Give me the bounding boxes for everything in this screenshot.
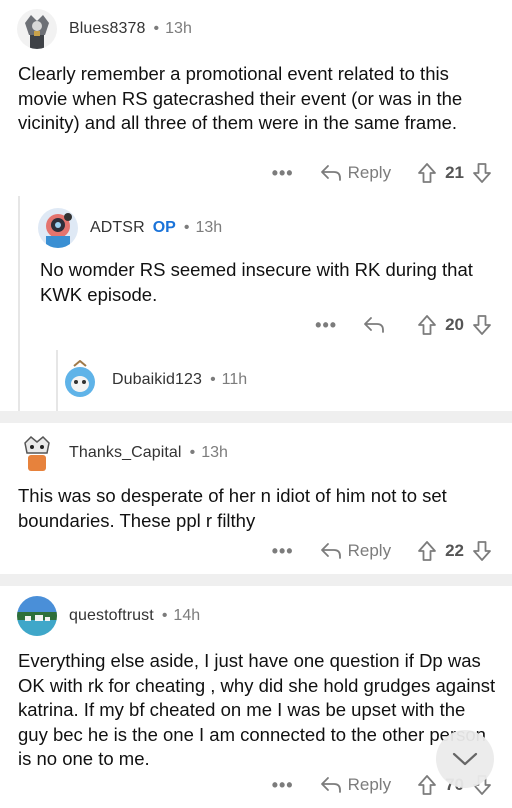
comment-body: This was so desperate of her n idiot of …	[18, 485, 447, 531]
reply-button[interactable]	[363, 316, 391, 334]
downvote-arrow-icon[interactable]	[472, 314, 492, 336]
vote-controls: 20	[417, 314, 492, 336]
vote-count: 20	[445, 315, 464, 334]
timestamp: 13h	[195, 219, 223, 236]
reply-label: Reply	[347, 541, 392, 560]
vote-count: 22	[445, 541, 464, 560]
upvote-arrow-icon[interactable]	[417, 314, 437, 336]
username[interactable]: Blues8378	[69, 20, 146, 38]
upvote-arrow-icon[interactable]	[417, 162, 437, 184]
vote-controls: 21	[417, 162, 492, 184]
comment-separator	[0, 574, 512, 586]
comment-separator	[0, 411, 512, 423]
vote-controls: 22	[417, 540, 492, 562]
more-options-button[interactable]: •••	[272, 163, 294, 184]
comment-header: Thanks_Capital • 13h	[17, 433, 228, 473]
reply-button[interactable]: Reply	[320, 775, 391, 795]
comment-adtsr: ADTSR OP • 13h No womder RS seemed insec…	[0, 196, 512, 346]
comment-header: questoftrust • 14h	[17, 596, 200, 636]
comment-blues8378: Blues8378 • 13h Clearly remember a promo…	[0, 0, 512, 200]
comment-dubaikid123: Dubaikid123 • 11h	[0, 346, 512, 411]
reply-arrow-icon	[320, 543, 341, 559]
vote-count: 21	[445, 163, 464, 182]
avatar[interactable]	[38, 208, 78, 248]
more-options-button[interactable]: •••	[315, 315, 337, 336]
reply-arrow-icon	[364, 317, 384, 333]
downvote-arrow-icon[interactable]	[472, 540, 492, 562]
comment-body: Everything else aside, I just have one q…	[18, 650, 496, 769]
scroll-down-button[interactable]	[436, 730, 494, 788]
username[interactable]: ADTSR	[90, 219, 145, 237]
timestamp: 13h	[201, 444, 228, 461]
chevron-down-icon	[452, 752, 478, 766]
reply-arrow-icon	[320, 165, 341, 181]
username[interactable]: questoftrust	[69, 607, 154, 625]
username[interactable]: Thanks_Capital	[69, 444, 182, 462]
comment-actions: ••• Reply 22	[272, 536, 492, 566]
meta-separator: •	[161, 607, 168, 624]
meta-separator: •	[210, 371, 216, 388]
comment-body: No womder RS seemed insecure with RK dur…	[40, 259, 473, 305]
avatar[interactable]	[17, 596, 57, 636]
avatar[interactable]	[17, 433, 57, 473]
username[interactable]: Dubaikid123	[112, 371, 202, 389]
avatar[interactable]	[60, 360, 100, 400]
avatar[interactable]	[17, 9, 57, 49]
timestamp: 14h	[173, 607, 201, 624]
comment-thanks-capital: Thanks_Capital • 13h This was so despera…	[0, 423, 512, 573]
comment-header: Dubaikid123 • 11h	[60, 360, 247, 400]
downvote-arrow-icon[interactable]	[472, 162, 492, 184]
comment-questoftrust: questoftrust • 14h Everything else aside…	[0, 586, 512, 808]
more-options-button[interactable]: •••	[272, 541, 294, 562]
comment-actions: ••• Reply 21	[272, 158, 492, 188]
meta-separator: •	[183, 219, 190, 236]
timestamp: 11h	[221, 371, 248, 388]
reply-arrow-icon	[320, 777, 341, 793]
upvote-arrow-icon[interactable]	[417, 774, 437, 796]
reply-label: Reply	[347, 163, 392, 182]
more-options-button[interactable]: •••	[272, 775, 294, 796]
upvote-arrow-icon[interactable]	[417, 540, 437, 562]
comment-body: Clearly remember a promotional event rel…	[18, 63, 463, 133]
comment-actions: ••• 20	[315, 310, 492, 340]
op-badge: OP	[152, 219, 176, 236]
meta-separator: •	[189, 444, 196, 461]
reply-button[interactable]: Reply	[320, 541, 391, 561]
reply-button[interactable]: Reply	[320, 163, 391, 183]
timestamp: 13h	[165, 20, 192, 37]
reply-label: Reply	[347, 775, 392, 794]
comment-header: ADTSR OP • 13h	[38, 208, 222, 248]
meta-separator: •	[153, 20, 160, 37]
comment-header: Blues8378 • 13h	[17, 9, 192, 49]
